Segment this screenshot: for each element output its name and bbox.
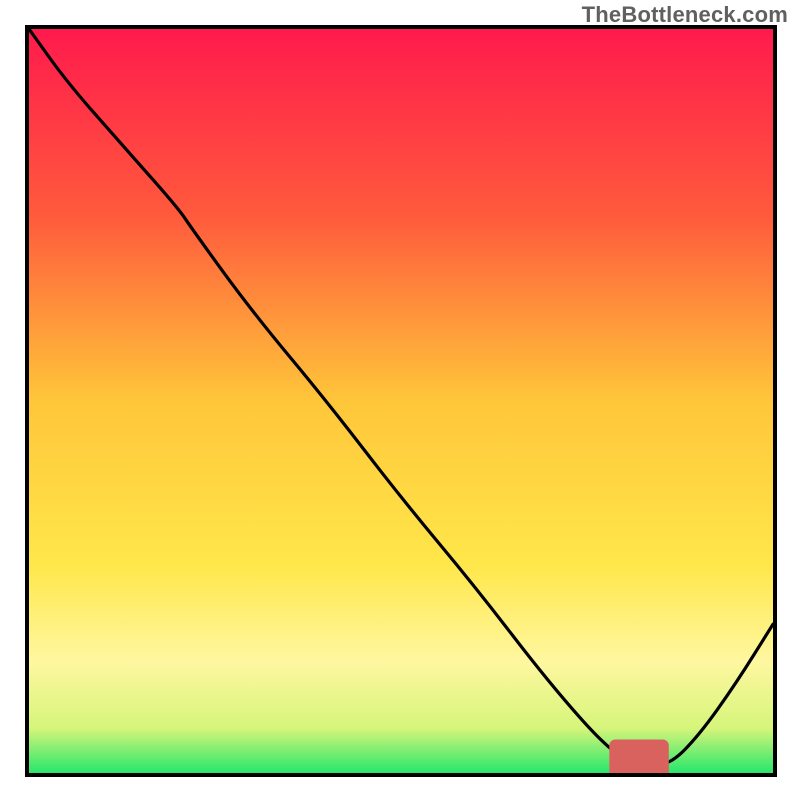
chart-viewport: TheBottleneck.com [0, 0, 800, 800]
gradient-background [29, 29, 773, 773]
chart-inner [29, 29, 773, 773]
chart-svg [29, 29, 773, 773]
optimal-range-marker [609, 740, 669, 774]
chart-frame [25, 25, 777, 777]
